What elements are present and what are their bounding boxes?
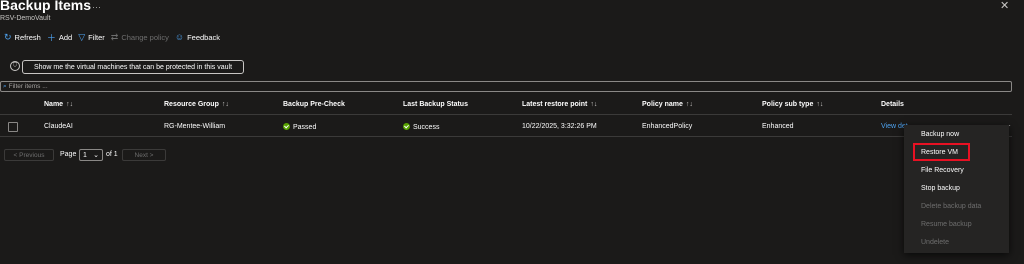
row-checkbox[interactable]	[8, 122, 18, 132]
filter-label: Filter	[88, 32, 105, 42]
filter-input[interactable]: ⌕ Filter items ...	[0, 81, 1012, 92]
page-title: Backup Items	[0, 0, 92, 13]
change-policy-label: Change policy	[121, 32, 169, 42]
cell-restore-point: 10/22/2025, 3:32:26 PM	[522, 123, 597, 130]
cell-pre-check: Passed	[283, 123, 316, 131]
menu-item-undelete: Undelete	[921, 239, 950, 246]
column-header-policy-name[interactable]: Policy name ↑↓	[642, 101, 693, 108]
column-header-resource-group[interactable]: Resource Group ↑↓	[164, 101, 229, 108]
page-label: Page	[60, 151, 77, 158]
cell-name: ClaudeAI	[44, 123, 73, 130]
column-header-restore-point[interactable]: Latest restore point ↑↓	[522, 101, 597, 108]
more-options-icon[interactable]: ···	[92, 2, 101, 12]
sort-icon[interactable]: ↑↓	[686, 101, 693, 108]
check-circle-icon	[403, 123, 410, 130]
funnel-icon: ▽	[78, 31, 86, 42]
sort-icon[interactable]: ↑↓	[816, 101, 823, 108]
plus-icon: ＋	[46, 32, 56, 43]
refresh-icon: ↻	[4, 31, 12, 42]
add-label: Add	[58, 32, 73, 42]
filter-button[interactable]: ▽ Filter	[78, 32, 105, 43]
sort-icon[interactable]: ↑↓	[590, 101, 597, 108]
column-header-last-status: Last Backup Status	[403, 101, 468, 108]
row-divider	[0, 136, 1012, 137]
sort-icon[interactable]: ↑↓	[66, 101, 73, 108]
menu-item-file-recovery[interactable]: File Recovery	[921, 167, 964, 174]
page-count: of 1	[106, 151, 118, 158]
column-header-policy-sub-type[interactable]: Policy sub type ↑↓	[762, 101, 823, 108]
feedback-button[interactable]: ☺ Feedback	[175, 32, 220, 42]
cell-policy-name: EnhancedPolicy	[642, 123, 693, 130]
cell-policy-sub-type: Enhanced	[762, 123, 794, 130]
refresh-label: Refresh	[14, 32, 41, 42]
command-bar: ↻ Refresh ＋ Add ▽ Filter ⇄ Change policy…	[4, 31, 220, 43]
feedback-icon: ☺	[174, 32, 185, 42]
change-policy-button[interactable]: ⇄ Change policy	[111, 32, 169, 43]
next-page-button[interactable]: Next >	[122, 149, 166, 161]
column-header-details: Details	[881, 101, 904, 108]
show-protectable-vms-button[interactable]: Show me the virtual machines that can be…	[22, 60, 244, 74]
chevron-down-icon: ⌄	[93, 152, 99, 159]
menu-item-resume-backup: Resume backup	[921, 221, 972, 228]
sort-icon[interactable]: ↑↓	[222, 101, 229, 108]
column-header-name[interactable]: Name ↑↓	[44, 101, 73, 108]
menu-item-delete-backup-data: Delete backup data	[921, 203, 982, 210]
cell-last-status: Success	[403, 123, 439, 131]
restore-vm-highlight	[913, 143, 970, 161]
swap-icon: ⇄	[110, 31, 119, 42]
vault-name: RSV-DemoVault	[0, 15, 51, 22]
close-icon[interactable]: ✕	[1000, 0, 1009, 12]
previous-page-button[interactable]: < Previous	[4, 149, 54, 161]
add-button[interactable]: ＋ Add	[47, 31, 72, 44]
check-circle-icon	[283, 123, 290, 130]
header-divider	[0, 114, 1012, 115]
filter-placeholder: Filter items ...	[8, 83, 48, 90]
cell-resource-group: RG-Mentee-William	[164, 123, 226, 130]
column-header-pre-check: Backup Pre-Check	[283, 101, 345, 108]
page-select[interactable]: 1 ⌄	[79, 149, 103, 161]
feedback-label: Feedback	[187, 32, 220, 42]
menu-item-stop-backup[interactable]: Stop backup	[921, 185, 960, 192]
shield-icon: ⛉	[10, 61, 20, 71]
search-icon: ⌕	[3, 82, 7, 90]
refresh-button[interactable]: ↻ Refresh	[4, 32, 41, 43]
menu-item-backup-now[interactable]: Backup now	[921, 131, 959, 138]
page-value: 1	[83, 151, 87, 159]
